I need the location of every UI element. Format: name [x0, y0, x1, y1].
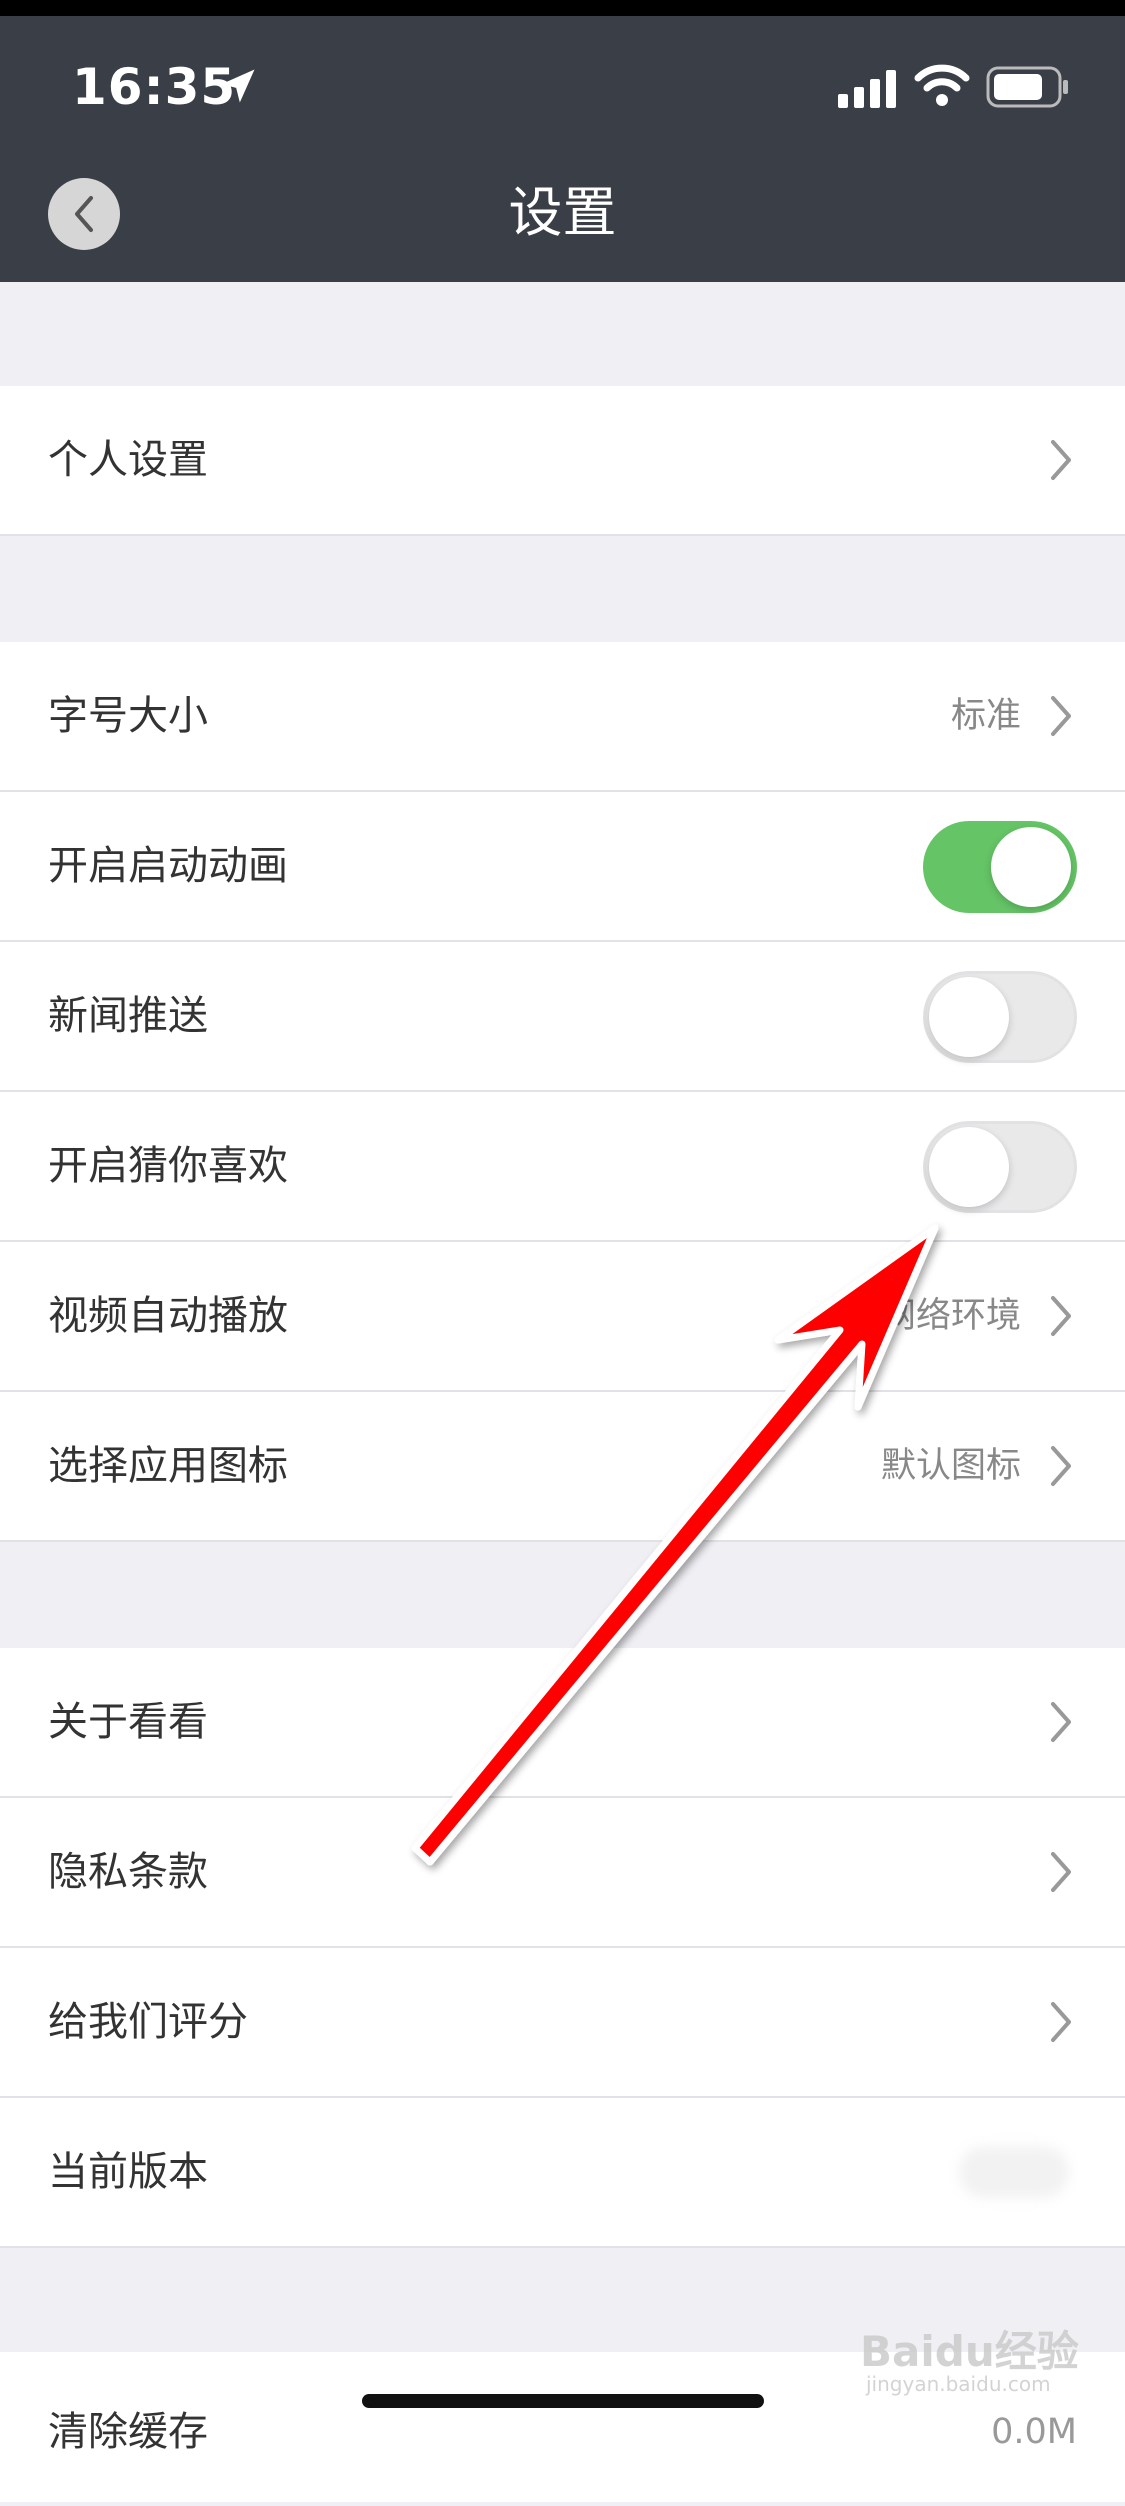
row-label: 字号大小: [48, 693, 208, 739]
row-label: 个人设置: [48, 437, 208, 483]
row-current-version: 当前版本: [0, 2098, 1125, 2248]
status-time: 16:35: [72, 58, 237, 116]
row-label: 清除缓存: [48, 2409, 208, 2455]
chevron-right-icon: [1051, 440, 1071, 480]
top-strip: [0, 0, 1125, 16]
row-about[interactable]: 关于看看: [0, 1648, 1125, 1798]
launch-animation-toggle[interactable]: [923, 821, 1077, 913]
row-label: 视频自动播放: [48, 1293, 288, 1339]
battery-icon: [986, 66, 1068, 108]
settings-group-display: 字号大小 标准 开启启动动画 新闻推送 开启猜你喜欢 视频自动播放 网络环境 选…: [0, 642, 1125, 1542]
row-launch-animation: 开启启动动画: [0, 792, 1125, 942]
row-value: 标准: [950, 696, 1021, 736]
wifi-icon: [914, 64, 970, 106]
row-label: 关于看看: [48, 1699, 208, 1745]
toggle-knob: [929, 977, 1009, 1057]
chevron-right-icon: [1051, 1446, 1071, 1486]
row-label: 开启启动动画: [48, 843, 288, 889]
chevron-right-icon: [1051, 1296, 1071, 1336]
row-value: 网络环境: [880, 1296, 1021, 1336]
toggle-knob: [991, 827, 1071, 907]
chevron-right-icon: [1051, 2002, 1071, 2042]
chevron-right-icon: [1051, 696, 1071, 736]
row-video-autoplay[interactable]: 视频自动播放 网络环境: [0, 1242, 1125, 1392]
watermark-url: jingyan.baidu.com: [866, 2372, 1051, 2396]
row-personal-settings[interactable]: 个人设置: [0, 386, 1125, 536]
toggle-knob: [929, 1127, 1009, 1207]
row-label: 开启猜你喜欢: [48, 1143, 288, 1189]
row-value: 默认图标: [880, 1446, 1021, 1486]
news-push-toggle[interactable]: [923, 971, 1077, 1063]
row-app-icon[interactable]: 选择应用图标 默认图标: [0, 1392, 1125, 1542]
settings-group-personal: 个人设置: [0, 386, 1125, 536]
chevron-right-icon: [1051, 1702, 1071, 1742]
cellular-signal-icon: [838, 70, 896, 108]
row-recommendations: 开启猜你喜欢: [0, 1092, 1125, 1242]
row-font-size[interactable]: 字号大小 标准: [0, 642, 1125, 792]
row-label: 当前版本: [48, 2149, 208, 2195]
home-indicator[interactable]: [362, 2394, 764, 2408]
recommendations-toggle[interactable]: [923, 1121, 1077, 1213]
settings-group-about: 关于看看 隐私条款 给我们评分 当前版本: [0, 1648, 1125, 2248]
version-value-blurred: [959, 2146, 1069, 2198]
row-label: 隐私条款: [48, 1849, 208, 1895]
navigation-bar: 16:35 设置: [0, 0, 1125, 282]
chevron-right-icon: [1051, 1852, 1071, 1892]
row-label: 新闻推送: [48, 993, 208, 1039]
row-news-push: 新闻推送: [0, 942, 1125, 1092]
row-label: 选择应用图标: [48, 1443, 288, 1489]
page-title: 设置: [508, 181, 617, 244]
row-label: 给我们评分: [48, 1999, 248, 2045]
location-arrow-icon: [221, 69, 255, 103]
watermark: Baidu经验: [860, 2327, 1079, 2376]
row-rate-us[interactable]: 给我们评分: [0, 1948, 1125, 2098]
row-privacy[interactable]: 隐私条款: [0, 1798, 1125, 1948]
